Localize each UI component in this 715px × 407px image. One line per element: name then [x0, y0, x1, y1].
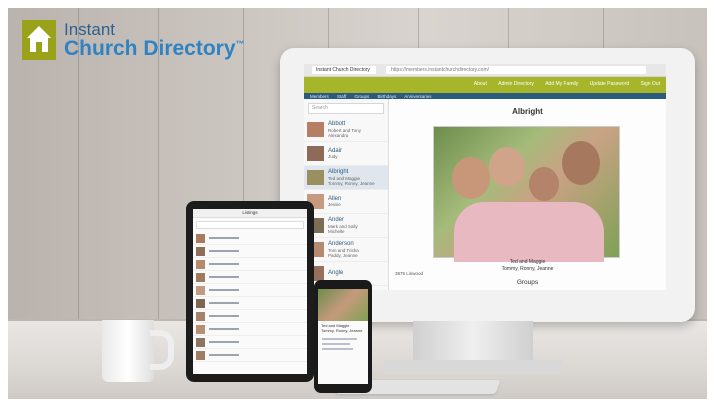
coffee-mug-handle: [150, 330, 174, 370]
browser-tab[interactable]: Instant Church Directory: [312, 66, 376, 74]
address-text: 3875 Linwood: [395, 271, 424, 276]
header-link-password[interactable]: Update Password: [590, 81, 629, 87]
family-photo-thumb: [307, 170, 324, 185]
monitor-screen: Instant Church Directory https://members…: [304, 64, 666, 290]
logo-line1: Instant: [64, 20, 116, 39]
header-link-add-family[interactable]: Add My Family: [545, 81, 578, 87]
header-link-admin[interactable]: Admin Directory: [498, 81, 534, 87]
groups-heading: Groups: [516, 279, 539, 286]
list-item[interactable]: [193, 297, 307, 310]
family-detail-panel: Albright Ted and Maggie Tommy, Ronny, Je…: [389, 99, 666, 290]
list-item[interactable]: Adair Judy: [304, 142, 388, 166]
list-item[interactable]: Ander Mark and Sally Michelle: [304, 214, 388, 238]
tablet-device: Listings: [186, 201, 314, 382]
header-link-signout[interactable]: Sign Out: [641, 81, 660, 87]
coffee-mug: [102, 320, 154, 382]
phone-line: [322, 348, 353, 350]
tablet-search-input[interactable]: [196, 221, 304, 229]
hero-scene: Instant Church Directory™ Instant Church…: [8, 8, 707, 399]
church-icon: [22, 20, 56, 60]
family-photo: [433, 126, 620, 262]
list-item[interactable]: Abbott Robert and Tony Alexandra: [304, 118, 388, 142]
directory-list: Search Abbott Robert and Tony Alexandra Ad…: [304, 99, 389, 290]
list-item[interactable]: Allen Jessie: [304, 190, 388, 214]
phone-screen: Ted and Maggie Tommy, Ronny, Jeanne: [318, 289, 368, 384]
family-photo-thumb: [307, 122, 324, 137]
list-item[interactable]: [193, 284, 307, 297]
browser-toolbar: Instant Church Directory https://members…: [304, 64, 666, 77]
phone-line: [322, 338, 357, 340]
list-item[interactable]: [193, 258, 307, 271]
header-link-about[interactable]: About: [474, 81, 487, 87]
list-item[interactable]: Anderson Tom and Trisha Paddy, Jeanne: [304, 238, 388, 262]
list-item[interactable]: [193, 232, 307, 245]
list-item-selected[interactable]: Albright Ted and Maggie Tommy, Ronny, Jean…: [304, 166, 388, 190]
search-input[interactable]: Search: [308, 103, 384, 114]
family-name-heading: Albright: [512, 107, 543, 116]
list-item[interactable]: [193, 271, 307, 284]
phone-caption: Ted and Maggie Tommy, Ronny, Jeanne: [321, 323, 363, 333]
monitor-stand: [413, 321, 533, 361]
logo-line2: Church Directory™: [64, 37, 245, 60]
phone-line: [322, 343, 350, 345]
list-item[interactable]: [193, 245, 307, 258]
list-item[interactable]: [193, 336, 307, 349]
tablet-screen: Listings: [193, 209, 307, 374]
list-item[interactable]: [193, 310, 307, 323]
address-bar[interactable]: https://members.instantchurchdirectory.c…: [386, 66, 646, 74]
family-photo-thumb: [307, 146, 324, 161]
tablet-title: Listings: [193, 209, 307, 218]
phone-family-photo: [318, 289, 368, 321]
brand-logo: Instant Church Directory™: [22, 20, 245, 60]
monitor-stand-base: [383, 360, 563, 374]
phone-device: Ted and Maggie Tommy, Ronny, Jeanne: [314, 280, 372, 393]
list-item[interactable]: [193, 323, 307, 336]
app-header: About Admin Directory Add My Family Upda…: [304, 77, 666, 93]
family-caption: Ted and Maggie Tommy, Ronny, Jeanne: [501, 259, 554, 272]
list-item[interactable]: [193, 349, 307, 362]
